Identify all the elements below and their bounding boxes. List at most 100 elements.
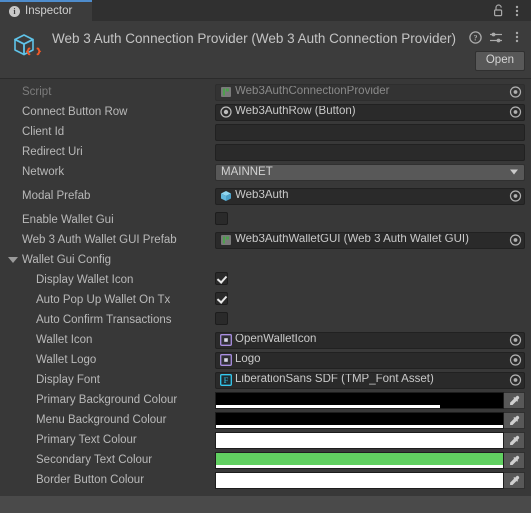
object-field-value-wallet-logo: Logo	[235, 354, 261, 366]
property-row-wallet-icon: Wallet Icon OpenWalletIcon	[0, 331, 531, 349]
property-field-display-wallet-icon	[215, 271, 525, 289]
eyedropper-icon[interactable]	[504, 391, 525, 409]
preset-sliders-icon[interactable]	[488, 29, 504, 45]
property-row-primary-background-colour: Primary Background Colour	[0, 391, 531, 409]
eyedropper-icon[interactable]	[504, 471, 525, 489]
property-label-border-button-colour: Border Button Colour	[36, 474, 145, 486]
color-swatch-primary-text-colour[interactable]	[215, 431, 504, 449]
color-swatch-secondary-text-colour[interactable]	[215, 451, 504, 469]
chevron-down-icon	[8, 257, 18, 263]
object-field-modal-prefab[interactable]: Web3Auth	[215, 187, 525, 205]
color-swatch-primary-background-colour[interactable]	[215, 391, 504, 409]
property-label-wallet-icon: Wallet Icon	[36, 334, 93, 346]
property-row-display-font: Display Font F LiberationSans SDF (TMP_Fon…	[0, 371, 531, 389]
tab-bar-actions	[491, 0, 531, 21]
property-row-script: Script Web3AuthConnectionProvider	[0, 83, 531, 101]
checkbox-auto-pop-up-wallet-on-tx[interactable]	[215, 291, 228, 305]
foldout-wallet-gui-config[interactable]: Wallet Gui Config	[0, 251, 531, 269]
color-swatch-alpha-track	[216, 424, 503, 428]
color-swatch-alpha-fill	[216, 404, 440, 408]
property-field-menu-background-colour	[215, 411, 525, 429]
property-row-web3auth-wallet-gui-prefab: Web 3 Auth Wallet GUI Prefab Web3AuthWall…	[0, 231, 531, 249]
prefab-cube-icon	[219, 190, 232, 203]
object-field-value-connect-button-row: Web3AuthRow (Button)	[235, 106, 356, 118]
object-picker-icon[interactable]	[509, 334, 522, 347]
property-row-client-id: Client Id	[0, 123, 531, 141]
button-component-icon	[219, 106, 232, 119]
object-field-wallet-icon[interactable]: OpenWalletIcon	[215, 331, 525, 349]
color-swatch-alpha-track	[216, 444, 503, 448]
help-icon[interactable]: ?	[467, 29, 483, 45]
property-label-network: Network	[22, 166, 65, 178]
property-field-auto-pop-up-wallet-on-tx	[215, 291, 525, 309]
property-row-network: Network MAINNET	[0, 163, 531, 181]
color-field-menu-background-colour	[215, 411, 525, 429]
object-field-display-font[interactable]: F LiberationSans SDF (TMP_Font Asset)	[215, 371, 525, 389]
object-field-value-script: Web3AuthConnectionProvider	[235, 86, 390, 98]
color-swatch-alpha-fill	[216, 424, 503, 428]
eyedropper-icon[interactable]	[504, 411, 525, 429]
color-swatch-alpha-track	[216, 404, 503, 408]
eyedropper-icon[interactable]	[504, 431, 525, 449]
object-picker-icon[interactable]	[509, 106, 522, 119]
property-label-client-id: Client Id	[22, 126, 65, 138]
property-row-auto-pop-up-wallet-on-tx: Auto Pop Up Wallet On Tx	[0, 291, 531, 309]
eyedropper-icon[interactable]	[504, 451, 525, 469]
property-field-web3auth-wallet-gui-prefab: Web3AuthWalletGUI (Web 3 Auth Wallet GUI…	[215, 231, 525, 249]
property-field-connect-button-row: Web3AuthRow (Button)	[215, 103, 525, 121]
sprite-icon	[219, 354, 232, 367]
property-label-wallet-logo: Wallet Logo	[36, 354, 97, 366]
object-field-wallet-logo[interactable]: Logo	[215, 351, 525, 369]
property-row-secondary-text-colour: Secondary Text Colour	[0, 451, 531, 469]
checkbox-display-wallet-icon[interactable]	[215, 271, 228, 285]
object-field-value-display-font: LiberationSans SDF (TMP_Font Asset)	[235, 374, 434, 386]
property-label-menu-background-colour: Menu Background Colour	[36, 414, 167, 426]
property-label-display-font: Display Font	[36, 374, 100, 386]
cs-script-icon	[219, 86, 232, 99]
svg-text:?: ?	[473, 33, 477, 42]
lock-open-icon[interactable]	[491, 3, 507, 19]
color-swatch-menu-background-colour[interactable]	[215, 411, 504, 429]
page-title: Web 3 Auth Connection Provider (Web 3 Au…	[52, 31, 456, 46]
kebab-menu-icon[interactable]	[509, 29, 525, 45]
kebab-menu-icon[interactable]	[509, 3, 525, 19]
inspector-window: i Inspector Web 3 Auth Connection Provid…	[0, 0, 531, 496]
property-field-secondary-text-colour	[215, 451, 525, 469]
property-row-display-wallet-icon: Display Wallet Icon	[0, 271, 531, 289]
object-field-connect-button-row[interactable]: Web3AuthRow (Button)	[215, 103, 525, 121]
property-field-enable-wallet-gui	[215, 211, 525, 229]
property-label-primary-background-colour: Primary Background Colour	[36, 394, 178, 406]
text-input-client-id[interactable]	[215, 123, 525, 141]
property-label-auto-pop-up-wallet-on-tx: Auto Pop Up Wallet On Tx	[36, 294, 171, 306]
property-row-primary-text-colour: Primary Text Colour	[0, 431, 531, 449]
property-field-script: Web3AuthConnectionProvider	[215, 83, 525, 101]
color-swatch-rgb	[216, 472, 503, 485]
property-field-wallet-logo: Logo	[215, 351, 525, 369]
object-picker-icon[interactable]	[509, 234, 522, 247]
object-picker-icon[interactable]	[509, 86, 522, 99]
dropdown-network[interactable]: MAINNET	[215, 163, 525, 181]
text-input-redirect-uri[interactable]	[215, 143, 525, 161]
property-row-redirect-uri: Redirect Uri	[0, 143, 531, 161]
object-picker-icon[interactable]	[509, 374, 522, 387]
checkbox-enable-wallet-gui[interactable]	[215, 211, 228, 225]
property-row-enable-wallet-gui: Enable Wallet Gui	[0, 211, 531, 229]
color-swatch-alpha-fill	[216, 464, 503, 468]
object-field-script: Web3AuthConnectionProvider	[215, 83, 525, 101]
object-picker-icon[interactable]	[509, 190, 522, 203]
property-field-client-id	[215, 123, 525, 141]
tab-inspector[interactable]: i Inspector	[0, 0, 92, 21]
property-row-border-button-colour: Border Button Colour	[0, 471, 531, 489]
property-field-redirect-uri	[215, 143, 525, 161]
properties-list: Script Web3AuthConnectionProvider Connect …	[0, 79, 531, 489]
object-picker-icon[interactable]	[509, 354, 522, 367]
checkbox-auto-confirm-transactions[interactable]	[215, 311, 228, 325]
open-button[interactable]: Open	[474, 51, 525, 71]
color-field-secondary-text-colour	[215, 451, 525, 469]
color-swatch-rgb	[216, 412, 503, 425]
property-field-primary-background-colour	[215, 391, 525, 409]
object-field-value-web3auth-wallet-gui-prefab: Web3AuthWalletGUI (Web 3 Auth Wallet GUI…	[235, 234, 469, 246]
object-field-web3auth-wallet-gui-prefab[interactable]: Web3AuthWalletGUI (Web 3 Auth Wallet GUI…	[215, 231, 525, 249]
color-swatch-border-button-colour[interactable]	[215, 471, 504, 489]
tab-bar: i Inspector	[0, 0, 531, 21]
